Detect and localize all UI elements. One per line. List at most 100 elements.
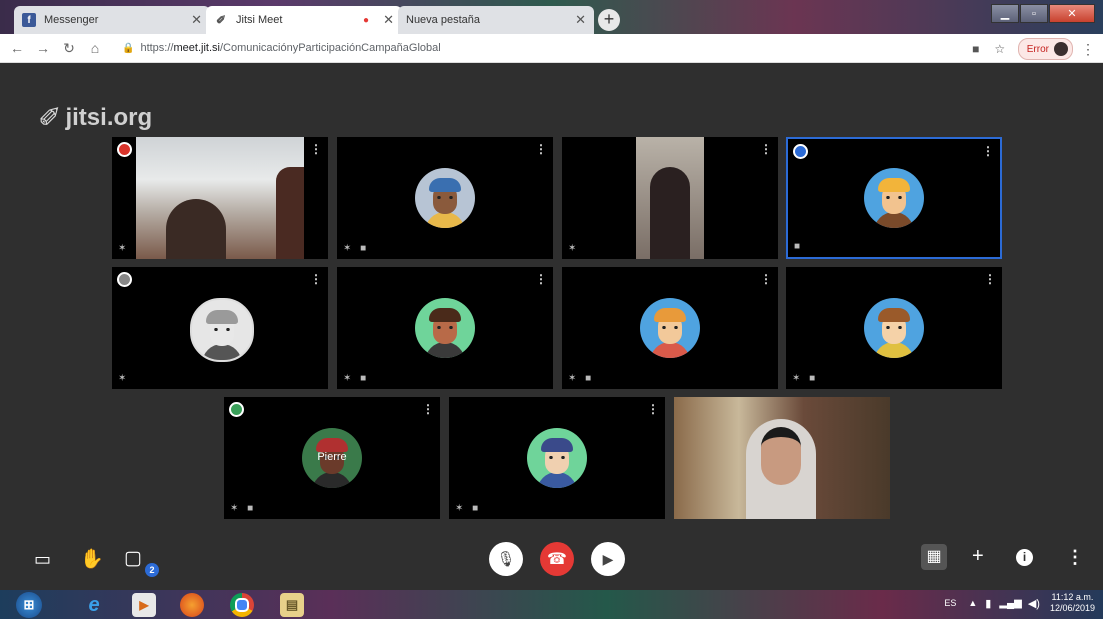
- info-icon: i: [1022, 550, 1027, 564]
- tile-menu-icon[interactable]: ⋮: [535, 272, 547, 286]
- tile-menu-icon[interactable]: ⋮: [422, 402, 434, 416]
- browser-toolbar: ← → ↻ ⌂ 🔒 https://meet.jit.si/Comunicaci…: [0, 34, 1103, 63]
- screen-share-icon[interactable]: ▭: [34, 549, 51, 570]
- start-button-icon[interactable]: ⊞: [16, 592, 42, 618]
- mute-status-icons: ✶ ■: [455, 503, 482, 514]
- maximize-button[interactable]: ▫: [1020, 4, 1048, 23]
- mute-status-icons: ✶ ■: [230, 503, 257, 514]
- participant-tile[interactable]: ⋮ ✶ ■: [449, 397, 665, 519]
- jitsi-logo: ✐ jitsi.org: [38, 101, 152, 134]
- mute-status-icons: ■: [794, 241, 804, 252]
- connection-indicator-icon[interactable]: [117, 142, 132, 157]
- close-icon[interactable]: ✕: [383, 12, 394, 28]
- tile-menu-icon[interactable]: ⋮: [982, 144, 994, 158]
- tile-view-button[interactable]: ▦: [921, 544, 947, 570]
- tile-menu-icon[interactable]: ⋮: [310, 272, 322, 286]
- tile-menu-icon[interactable]: ⋮: [760, 142, 772, 156]
- participant-tile[interactable]: ⋮ ✶ ■: [562, 267, 778, 389]
- tab-title: Messenger: [44, 14, 99, 26]
- participant-tile[interactable]: ⋮ ✶: [562, 137, 778, 259]
- hangup-button[interactable]: ☎: [540, 542, 574, 576]
- tray-expand-icon[interactable]: ▲: [968, 598, 977, 608]
- avatar-eyes: [437, 326, 453, 329]
- media-player-icon[interactable]: ▶: [132, 593, 156, 617]
- firefox-icon[interactable]: [180, 593, 204, 617]
- avatar-eyes: [662, 326, 678, 329]
- chrome-center: [235, 598, 249, 612]
- avatar-hair: [878, 178, 910, 192]
- tab-new-tab[interactable]: Nueva pestaña ✕: [398, 6, 594, 34]
- connection-indicator-icon[interactable]: [229, 402, 244, 417]
- participant-tile[interactable]: ⋮ ✶ ■: [337, 267, 553, 389]
- participant-tile[interactable]: Pierre ⋮ ✶ ■: [224, 397, 440, 519]
- participant-avatar: [415, 168, 475, 228]
- participant-video: [674, 397, 890, 519]
- participant-tile[interactable]: ⋮ ■: [786, 137, 1002, 259]
- tile-menu-icon[interactable]: ⋮: [310, 142, 322, 156]
- phone-hangup-icon: ☎: [547, 551, 567, 568]
- camera-permission-icon[interactable]: ■: [964, 42, 988, 56]
- participant-avatar: [864, 168, 924, 228]
- participant-tile[interactable]: ⋮ ✶ ■: [786, 267, 1002, 389]
- jitsi-logo-icon: ✐: [38, 102, 62, 133]
- file-explorer-icon[interactable]: ▤: [280, 593, 304, 617]
- invite-button[interactable]: +: [972, 545, 984, 568]
- reload-icon[interactable]: ↻: [56, 40, 82, 57]
- url-host: meet.jit.si: [173, 42, 220, 54]
- microphone-button[interactable]: 🎙: [489, 542, 523, 576]
- mute-status-icons: ✶ ■: [343, 373, 370, 384]
- avatar-body: [874, 342, 914, 358]
- volume-icon[interactable]: ◀): [1028, 597, 1040, 610]
- windows-taskbar: ⊞ e ▶ ▤ ES ▲ ▮ ▂▄▆ ◀) 11:12 a.m. 12/06/2…: [0, 590, 1103, 619]
- logo-text: jitsi.org: [65, 103, 153, 131]
- close-icon[interactable]: ✕: [191, 12, 202, 28]
- internet-explorer-icon[interactable]: e: [82, 593, 106, 617]
- raise-hand-icon[interactable]: ✋: [80, 547, 104, 571]
- language-indicator[interactable]: ES: [944, 598, 956, 608]
- participant-tile[interactable]: [674, 397, 890, 519]
- more-options-button[interactable]: ⋮: [1066, 547, 1084, 568]
- back-icon[interactable]: ←: [4, 40, 30, 56]
- avatar-body: [202, 344, 242, 360]
- error-label: Error: [1026, 43, 1049, 55]
- participant-tile[interactable]: ⋮ ✶: [112, 267, 328, 389]
- chrome-icon[interactable]: [230, 593, 254, 617]
- lock-icon[interactable]: 🔒: [122, 43, 134, 54]
- minimize-button[interactable]: ▁: [991, 4, 1019, 23]
- connection-indicator-icon[interactable]: [793, 144, 808, 159]
- profile-error-button[interactable]: Error: [1017, 38, 1073, 60]
- participant-avatar: [415, 298, 475, 358]
- close-window-button[interactable]: ✕: [1049, 4, 1095, 23]
- bookmark-star-icon[interactable]: ☆: [988, 42, 1012, 56]
- tab-messenger[interactable]: f Messenger ✕: [14, 6, 210, 34]
- new-tab-button[interactable]: +: [598, 9, 620, 31]
- mute-status-icons: ✶: [568, 243, 580, 254]
- mute-status-icons: ✶ ■: [343, 243, 370, 254]
- participant-tile[interactable]: ⋮ ✶ ■: [337, 137, 553, 259]
- tile-menu-icon[interactable]: ⋮: [984, 272, 996, 286]
- tile-menu-icon[interactable]: ⋮: [760, 272, 772, 286]
- close-icon[interactable]: ✕: [575, 12, 586, 28]
- clock[interactable]: 11:12 a.m. 12/06/2019: [1050, 592, 1095, 614]
- avatar-body: [874, 212, 914, 228]
- participant-tile[interactable]: ⋮ ✶: [112, 137, 328, 259]
- avatar-body: [425, 212, 465, 228]
- connection-indicator-icon[interactable]: [117, 272, 132, 287]
- address-bar[interactable]: https://meet.jit.si/ComunicaciónyPartici…: [140, 42, 440, 54]
- tile-menu-icon[interactable]: ⋮: [535, 142, 547, 156]
- avatar-hair: [654, 308, 686, 322]
- network-icon[interactable]: ▮: [985, 597, 991, 610]
- browser-menu-icon[interactable]: ⋮: [1081, 41, 1095, 58]
- home-icon[interactable]: ⌂: [82, 40, 108, 56]
- vertical-dots-icon: ⋮: [1066, 547, 1084, 567]
- info-button[interactable]: i: [1016, 549, 1033, 566]
- meeting-area: ✐ jitsi.org ⋮ ✶ ⋮ ✶ ■ ⋮ ✶ ⋮ ■ ⋮ ✶ ⋮ ✶ ■ ⋮ ✶ ■ ⋮ ✶ ■ Pier…: [0, 63, 1103, 590]
- tab-jitsi-meet[interactable]: ✐ Jitsi Meet ● ✕: [206, 6, 402, 34]
- forward-icon[interactable]: →: [30, 40, 56, 56]
- camera-button[interactable]: ▶: [591, 542, 625, 576]
- avatar-hair: [429, 308, 461, 322]
- signal-icon[interactable]: ▂▄▆: [999, 598, 1021, 609]
- chat-icon[interactable]: ▢: [124, 547, 142, 570]
- avatar-body: [312, 472, 352, 488]
- tile-menu-icon[interactable]: ⋮: [647, 402, 659, 416]
